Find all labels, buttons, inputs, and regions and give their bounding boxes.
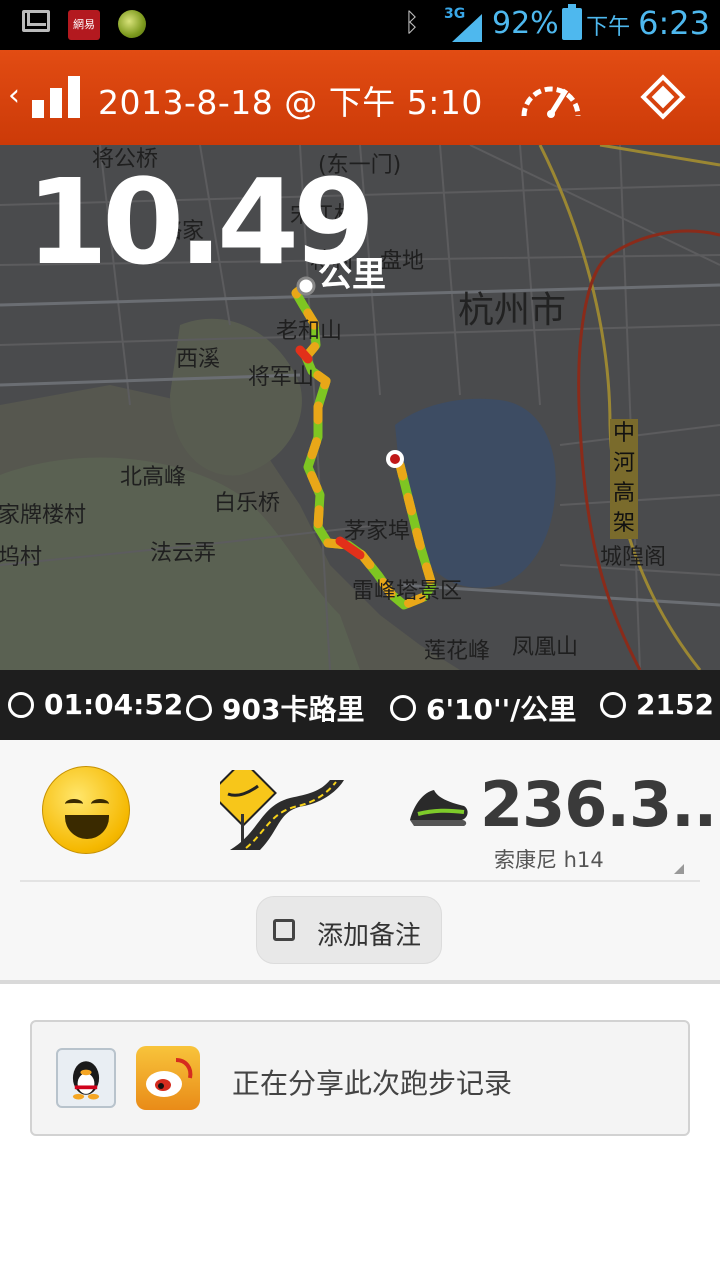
divider bbox=[20, 880, 700, 882]
calories-stat: 903卡路里 bbox=[186, 688, 364, 728]
run-date-title: 2013-8-18 @ 下午 5:10 bbox=[98, 83, 483, 122]
section-separator bbox=[0, 980, 720, 984]
map-label: 老和山 bbox=[276, 319, 343, 344]
bluetooth-icon: ᛒ bbox=[404, 8, 420, 38]
duration-stat: 01:04:52 bbox=[8, 688, 183, 721]
terrain-road-icon[interactable] bbox=[220, 770, 346, 852]
map-city-label: 杭州市 bbox=[458, 290, 567, 331]
clock-time: 6:23 bbox=[638, 4, 710, 42]
map-label: 家牌楼村 bbox=[0, 503, 87, 528]
shoe-icon[interactable] bbox=[408, 780, 470, 830]
map-label: 北高峰 bbox=[120, 465, 187, 490]
flame-icon bbox=[186, 695, 212, 721]
mood-smiley-icon[interactable] bbox=[42, 766, 130, 854]
map-label: 法云弄 bbox=[150, 541, 217, 566]
shoe-distance: 236.3... bbox=[480, 768, 720, 841]
battery-percent: 92% bbox=[492, 6, 559, 41]
map-label: 坞村 bbox=[0, 545, 43, 570]
pace-gauge-icon bbox=[390, 695, 416, 721]
duration-value: 01:04:52 bbox=[44, 688, 184, 721]
fuel-plus-icon bbox=[600, 691, 626, 718]
share-status-text: 正在分享此次跑步记录 bbox=[232, 1067, 513, 1100]
battery-icon bbox=[562, 4, 582, 40]
stats-bar: 01:04:52 903卡路里 6'10''/公里 2152 bbox=[0, 670, 720, 740]
map-label: 茅家埠 bbox=[344, 519, 411, 544]
speedometer-icon[interactable] bbox=[520, 76, 582, 120]
status-bar: 網易 ᛒ 3G 92% 下午 6:23 bbox=[0, 0, 720, 50]
map-label: 白乐桥 bbox=[214, 491, 281, 516]
netease-icon: 網易 bbox=[68, 10, 100, 40]
map-label: 雷峰塔景区 bbox=[352, 579, 463, 604]
route-map[interactable]: 将公桥 (东一门) 骆家 宋江村 蒋村 盘地 杭州市 老和山 西溪 将军山 中河… bbox=[0, 145, 720, 670]
map-label: 凤凰山 bbox=[512, 635, 579, 660]
add-note-label: 添加备注 bbox=[317, 921, 422, 951]
run-summary: 236.3... 索康尼 h14 添加备注 bbox=[0, 740, 720, 980]
map-label: 城隍阁 bbox=[600, 545, 667, 570]
calories-value: 903卡路里 bbox=[222, 693, 365, 726]
fuel-value: 2152 bbox=[636, 688, 714, 721]
map-label: 西溪 bbox=[176, 347, 221, 372]
weibo-icon[interactable] bbox=[136, 1046, 200, 1110]
activity-bars-icon[interactable] bbox=[32, 76, 82, 118]
map-road-label: 中河高架 bbox=[610, 419, 638, 539]
map-label: 莲花峰 bbox=[424, 639, 491, 664]
add-note-button[interactable]: 添加备注 bbox=[256, 896, 442, 964]
app-header: ‹ 2013-8-18 @ 下午 5:10 bbox=[0, 50, 720, 145]
shoe-name: 索康尼 h14 bbox=[494, 848, 604, 872]
edit-icon bbox=[273, 919, 295, 941]
clock-ampm: 下午 bbox=[586, 15, 631, 40]
signal-icon bbox=[452, 14, 482, 42]
clock: 下午 6:23 bbox=[586, 4, 710, 42]
app-notification-icon bbox=[118, 10, 146, 38]
fuel-stat: 2152 bbox=[600, 688, 714, 721]
back-chevron-icon[interactable]: ‹ bbox=[8, 78, 20, 113]
qq-icon[interactable] bbox=[56, 1048, 116, 1108]
map-label: 盘地 bbox=[380, 249, 425, 274]
stopwatch-icon bbox=[8, 691, 34, 718]
share-card[interactable]: 正在分享此次跑步记录 bbox=[30, 1020, 690, 1136]
dropdown-corner-icon[interactable] bbox=[674, 864, 684, 874]
map-label: 将军山 bbox=[248, 365, 315, 390]
pace-stat: 6'10''/公里 bbox=[390, 688, 576, 728]
run-distance-unit: 公里 bbox=[318, 255, 386, 295]
directions-icon[interactable] bbox=[640, 74, 686, 120]
pace-value: 6'10''/公里 bbox=[426, 693, 577, 726]
gmail-icon bbox=[22, 10, 50, 32]
